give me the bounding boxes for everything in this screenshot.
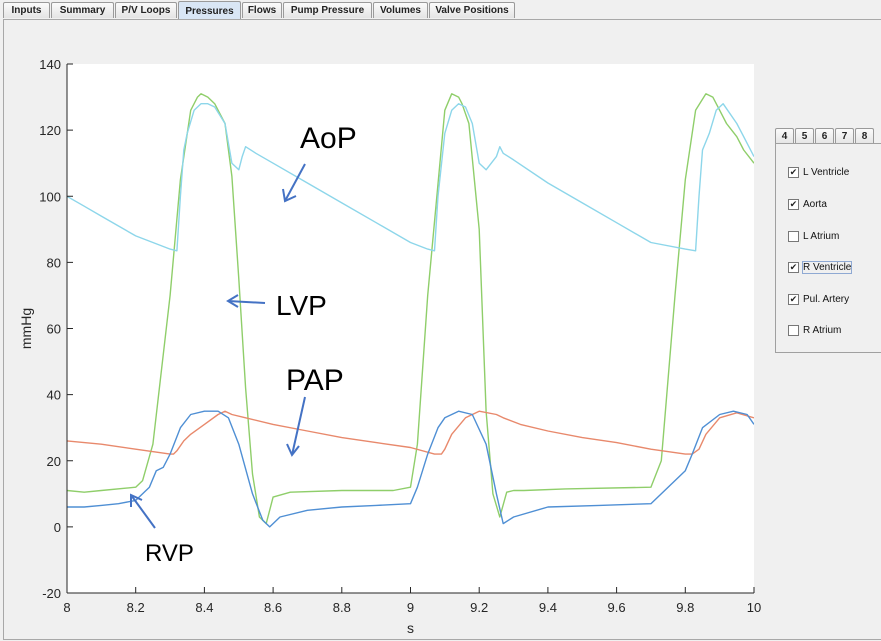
trace-checkbox-group: ✔ L Ventricle ✔ Aorta L Atrium ✔ R Ventricle ✔ P… xyxy=(775,143,881,353)
x-tick-label: 8.6 xyxy=(264,600,282,615)
x-tick-label: 8 xyxy=(63,600,70,615)
y-tick-label: 60 xyxy=(47,322,61,337)
y-tick-label: -20 xyxy=(42,586,61,601)
annotation-aop: AoP xyxy=(300,122,357,155)
checkbox-r-ventricle[interactable]: ✔ R Ventricle xyxy=(788,259,853,275)
checkbox-label: R Atrium xyxy=(803,324,842,336)
checkmark-icon[interactable]: ✔ xyxy=(788,198,799,210)
checkmark-icon[interactable]: ✔ xyxy=(788,166,799,178)
checkbox-label: Aorta xyxy=(803,198,827,210)
checkbox-r-atrium[interactable]: R Atrium xyxy=(788,322,841,338)
annotation-rvp: RVP xyxy=(145,540,194,567)
tab-p-v-loops[interactable]: P/V Loops xyxy=(115,2,177,18)
plot-area xyxy=(67,64,754,593)
side-tab-6[interactable]: 6 xyxy=(815,128,834,144)
x-tick-label: 8.4 xyxy=(195,600,213,615)
y-tick-label: 120 xyxy=(39,123,61,138)
tab-inputs[interactable]: Inputs xyxy=(3,2,50,18)
empty-checkbox-icon[interactable] xyxy=(788,324,799,336)
pressure-chart: 8 8.2 8.4 8.6 8.8 9 9.2 9.4 9.6 9.8 10 -20 0 20 40 60 80… xyxy=(18,57,761,636)
x-tick-label: 9.8 xyxy=(676,600,694,615)
checkbox-label: Pul. Artery xyxy=(803,293,850,305)
y-tick-label: 140 xyxy=(39,57,61,72)
y-axis-label: mmHg xyxy=(18,308,34,349)
checkbox-label: L Atrium xyxy=(803,230,840,242)
pressures-panel: 8 8.2 8.4 8.6 8.8 9 9.2 9.4 9.6 9.8 10 -20 0 20 40 60 80… xyxy=(3,19,881,640)
empty-checkbox-icon[interactable] xyxy=(788,230,799,242)
checkmark-icon[interactable]: ✔ xyxy=(788,293,799,305)
x-tick-label: 9 xyxy=(407,600,414,615)
tab-flows[interactable]: Flows xyxy=(242,2,282,18)
checkmark-icon[interactable]: ✔ xyxy=(788,261,799,273)
side-tab-8[interactable]: 8 xyxy=(855,128,874,144)
y-tick-label: 20 xyxy=(47,454,61,469)
checkbox-label: R Ventricle xyxy=(801,260,853,274)
y-tick-label: 40 xyxy=(47,388,61,403)
side-tab-7[interactable]: 7 xyxy=(835,128,854,144)
x-tick-label: 10 xyxy=(747,600,761,615)
x-tick-label: 9.2 xyxy=(470,600,488,615)
checkbox-aorta[interactable]: ✔ Aorta xyxy=(788,196,827,212)
x-tick-label: 9.6 xyxy=(608,600,626,615)
side-tab-5[interactable]: 5 xyxy=(795,128,814,144)
x-tick-label: 9.4 xyxy=(539,600,557,615)
y-tick-label: 100 xyxy=(39,189,61,204)
checkbox-l-atrium[interactable]: L Atrium xyxy=(788,228,839,244)
trace-selector-panel: 45678 ✔ L Ventricle ✔ Aorta L Atrium ✔ R Ventr… xyxy=(775,128,881,354)
tab-volumes[interactable]: Volumes xyxy=(373,2,428,18)
annotation-lvp: LVP xyxy=(276,290,327,321)
tab-valve-positions[interactable]: Valve Positions xyxy=(429,2,515,18)
checkbox-pul-artery[interactable]: ✔ Pul. Artery xyxy=(788,291,849,307)
y-tick-label: 0 xyxy=(54,520,61,535)
annotation-pap: PAP xyxy=(286,364,344,397)
x-axis-label: s xyxy=(407,620,414,636)
checkbox-l-ventricle[interactable]: ✔ L Ventricle xyxy=(788,164,849,180)
tab-bar: Inputs Summary P/V Loops Pressures Flows Pump… xyxy=(0,0,881,20)
checkbox-label: L Ventricle xyxy=(803,166,850,178)
y-tick-label: 80 xyxy=(47,255,61,270)
tab-pump-pressure[interactable]: Pump Pressure xyxy=(283,2,372,18)
x-tick-label: 8.8 xyxy=(333,600,351,615)
tab-pressures[interactable]: Pressures xyxy=(178,1,241,20)
tab-summary[interactable]: Summary xyxy=(51,2,114,18)
x-tick-label: 8.2 xyxy=(127,600,145,615)
side-tab-4[interactable]: 4 xyxy=(775,128,794,144)
